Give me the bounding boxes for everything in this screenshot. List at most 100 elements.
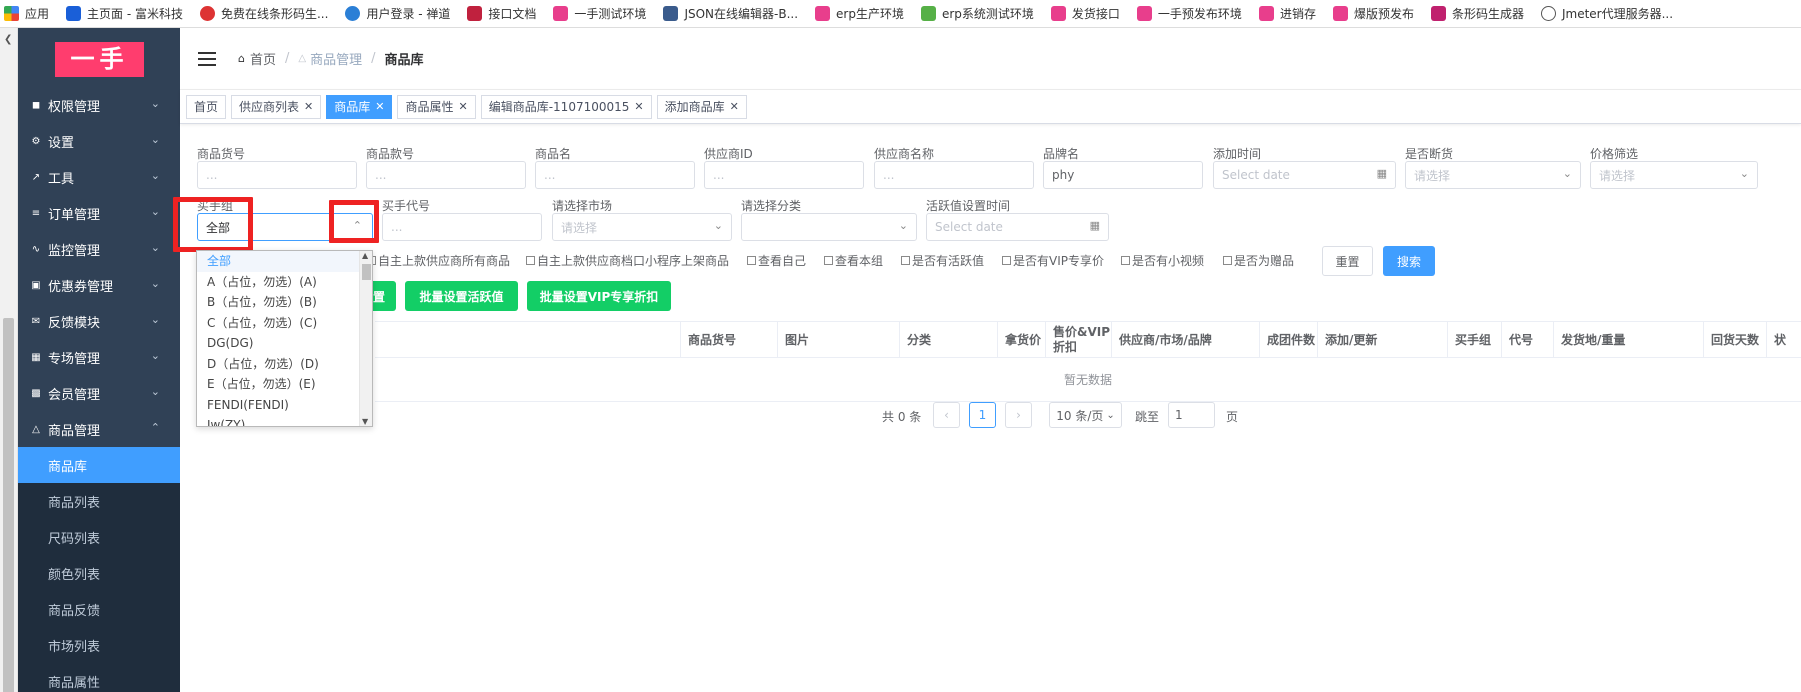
dropdown-option[interactable]: FENDI(FENDI) bbox=[197, 395, 372, 416]
bookmark-item[interactable]: 爆版预发布 bbox=[1332, 5, 1414, 22]
bookmark-apps[interactable]: 应用 bbox=[4, 5, 49, 22]
checkbox-box[interactable] bbox=[747, 256, 756, 265]
dropdown-option[interactable]: A（占位，勿选）(A) bbox=[197, 272, 372, 293]
checkbox-box[interactable] bbox=[901, 256, 910, 265]
dropdown-option[interactable]: C（占位，勿选）(C) bbox=[197, 313, 372, 334]
breadcrumb-home[interactable]: 首页 bbox=[250, 49, 276, 68]
bookmark-item[interactable]: erp系统测试环境 bbox=[920, 5, 1034, 22]
sidebar-item-special[interactable]: ▦ 专场管理 ⌄ bbox=[18, 339, 180, 375]
scrollbar-thumb[interactable] bbox=[3, 318, 14, 692]
close-icon[interactable]: ✕ bbox=[730, 96, 739, 118]
sidebar-item-permission[interactable]: ◼ 权限管理 ⌄ bbox=[18, 87, 180, 123]
prev-page-button[interactable]: ‹ bbox=[933, 402, 960, 428]
bookmark-item[interactable]: 一手测试环境 bbox=[553, 5, 646, 22]
bookmark-item[interactable]: 接口文档 bbox=[467, 5, 536, 22]
sidebar-item-members[interactable]: ▩ 会员管理 ⌄ bbox=[18, 375, 180, 411]
bookmark-item[interactable]: Jmeter代理服务器... bbox=[1540, 5, 1673, 22]
sidebar-subitem-size-list[interactable]: 尺码列表 bbox=[18, 519, 180, 555]
checkbox-self-upload-all[interactable]: 自主上款供应商所有商品 bbox=[367, 252, 510, 269]
page-number-button[interactable]: 1 bbox=[969, 402, 996, 428]
bookmark-item[interactable]: erp生产环境 bbox=[815, 5, 904, 22]
sidebar-subitem-product-list[interactable]: 商品列表 bbox=[18, 483, 180, 519]
hamburger-icon[interactable] bbox=[198, 51, 216, 66]
page-size-select[interactable]: 10 条/页 ⌄ bbox=[1049, 402, 1122, 428]
sidebar-item-settings[interactable]: ⚙ 设置 ⌄ bbox=[18, 123, 180, 159]
product-name-input[interactable]: ... bbox=[535, 161, 695, 189]
bookmark-item[interactable]: 用户登录 - 禅道 bbox=[345, 5, 450, 22]
checkbox-box[interactable] bbox=[1121, 256, 1130, 265]
checkbox-box[interactable] bbox=[1002, 256, 1011, 265]
dropdown-option[interactable]: D（占位，勿选）(D) bbox=[197, 354, 372, 375]
sidebar-item-coupons[interactable]: ▣ 优惠券管理 ⌄ bbox=[18, 267, 180, 303]
sidebar-item-products[interactable]: △ 商品管理 ⌃ bbox=[18, 411, 180, 447]
category-select[interactable]: ⌄ bbox=[741, 213, 917, 241]
tab-product-library[interactable]: 商品库 ✕ bbox=[326, 94, 393, 119]
scroll-down-arrow-icon[interactable]: ▼ bbox=[362, 417, 368, 426]
page-scrollbar[interactable]: ❮ bbox=[0, 28, 18, 692]
bookmark-item[interactable]: JSON在线编辑器-B... bbox=[663, 5, 798, 22]
bookmark-item[interactable]: 条形码生成器 bbox=[1430, 5, 1524, 22]
bookmark-item[interactable]: 发货接口 bbox=[1050, 5, 1120, 22]
checkbox-box[interactable] bbox=[1223, 256, 1232, 265]
batch-active-value-button[interactable]: 批量设置活跃值 bbox=[405, 281, 518, 311]
tab-product-attributes[interactable]: 商品属性 ✕ bbox=[397, 94, 476, 119]
out-of-stock-select[interactable]: 请选择 ⌄ bbox=[1405, 161, 1581, 189]
jump-page-input[interactable]: 1 bbox=[1168, 402, 1215, 428]
dropdown-option[interactable]: 全部 bbox=[197, 251, 372, 272]
scrollbar-thumb[interactable] bbox=[362, 264, 371, 280]
scroll-up-arrow-icon[interactable]: ▲ bbox=[362, 251, 368, 260]
search-button[interactable]: 搜索 bbox=[1383, 246, 1435, 276]
tab-supplier-list[interactable]: 供应商列表 ✕ bbox=[231, 94, 322, 119]
checkbox-has-video[interactable]: 是否有小视频 bbox=[1121, 252, 1204, 269]
market-select[interactable]: 请选择 ⌄ bbox=[552, 213, 732, 241]
checkbox-has-vip-price[interactable]: 是否有VIP专享价 bbox=[1002, 252, 1104, 269]
dropdown-option[interactable]: B（占位，勿选）(B) bbox=[197, 292, 372, 313]
dropdown-option[interactable]: Jw(ZY) bbox=[197, 415, 372, 426]
checkbox-box[interactable] bbox=[526, 256, 535, 265]
bookmark-item[interactable]: 免费在线条形码生... bbox=[199, 5, 328, 22]
breadcrumb-parent[interactable]: 商品管理 bbox=[310, 49, 362, 68]
bookmark-item[interactable]: 一手预发布环境 bbox=[1136, 5, 1242, 22]
buyer-code-input[interactable]: ... bbox=[382, 213, 542, 241]
dropdown-option[interactable]: E（占位，勿选）(E) bbox=[197, 374, 372, 395]
brand-logo[interactable]: 一手 bbox=[55, 42, 144, 77]
close-icon[interactable]: ✕ bbox=[634, 96, 643, 118]
tab-home[interactable]: 首页 bbox=[186, 94, 227, 119]
dropdown-option[interactable]: DG(DG) bbox=[197, 333, 372, 354]
checkbox-self-upload-miniprogram[interactable]: 自主上款供应商档口小程序上架商品 bbox=[526, 252, 729, 269]
sidebar-subitem-product-attributes[interactable]: 商品属性 bbox=[18, 663, 180, 692]
sidebar-item-feedback[interactable]: ✉ 反馈模块 ⌄ bbox=[18, 303, 180, 339]
checkbox-is-gift[interactable]: 是否为赠品 bbox=[1223, 252, 1294, 269]
tab-edit-product-library[interactable]: 编辑商品库-1107100015 ✕ bbox=[480, 94, 652, 119]
batch-vip-discount-button[interactable]: 批量设置VIP专享折扣 bbox=[527, 281, 671, 311]
brand-input[interactable]: phy bbox=[1043, 161, 1203, 189]
sidebar-item-monitor[interactable]: ∿ 监控管理 ⌄ bbox=[18, 231, 180, 267]
sidebar-item-orders[interactable]: ≡ 订单管理 ⌄ bbox=[18, 195, 180, 231]
supplier-name-input[interactable]: ... bbox=[874, 161, 1034, 189]
checkbox-box[interactable] bbox=[824, 256, 833, 265]
scroll-up-arrow-icon[interactable]: ❮ bbox=[4, 34, 12, 45]
sidebar-subitem-product-library[interactable]: 商品库 bbox=[18, 447, 180, 483]
close-icon[interactable]: ✕ bbox=[459, 96, 468, 118]
checkbox-view-self[interactable]: 查看自己 bbox=[747, 252, 806, 269]
tab-add-product-library[interactable]: 添加商品库 ✕ bbox=[656, 94, 747, 119]
dropdown-scrollbar[interactable]: ▲ ▼ bbox=[359, 251, 372, 426]
style-no-input[interactable]: ... bbox=[366, 161, 526, 189]
bookmark-item[interactable]: 主页面 - 富米科技 bbox=[66, 5, 183, 22]
active-time-date-picker[interactable]: Select date ▦ bbox=[926, 213, 1109, 241]
sidebar-subitem-product-feedback[interactable]: 商品反馈 bbox=[18, 591, 180, 627]
price-filter-select[interactable]: 请选择 ⌄ bbox=[1590, 161, 1758, 189]
sku-input[interactable]: ... bbox=[197, 161, 357, 189]
next-page-button[interactable]: › bbox=[1005, 402, 1032, 428]
add-time-date-picker[interactable]: Select date ▦ bbox=[1213, 161, 1396, 189]
close-icon[interactable]: ✕ bbox=[304, 96, 313, 118]
supplier-id-input[interactable]: ... bbox=[704, 161, 864, 189]
sidebar-item-tools[interactable]: ↗ 工具 ⌄ bbox=[18, 159, 180, 195]
bookmark-item[interactable]: 进销存 bbox=[1258, 5, 1316, 22]
checkbox-view-group[interactable]: 查看本组 bbox=[824, 252, 883, 269]
checkbox-has-active-value[interactable]: 是否有活跃值 bbox=[901, 252, 984, 269]
sidebar-subitem-color-list[interactable]: 颜色列表 bbox=[18, 555, 180, 591]
reset-button[interactable]: 重置 bbox=[1322, 246, 1373, 276]
sidebar-subitem-market-list[interactable]: 市场列表 bbox=[18, 627, 180, 663]
close-icon[interactable]: ✕ bbox=[375, 96, 384, 118]
